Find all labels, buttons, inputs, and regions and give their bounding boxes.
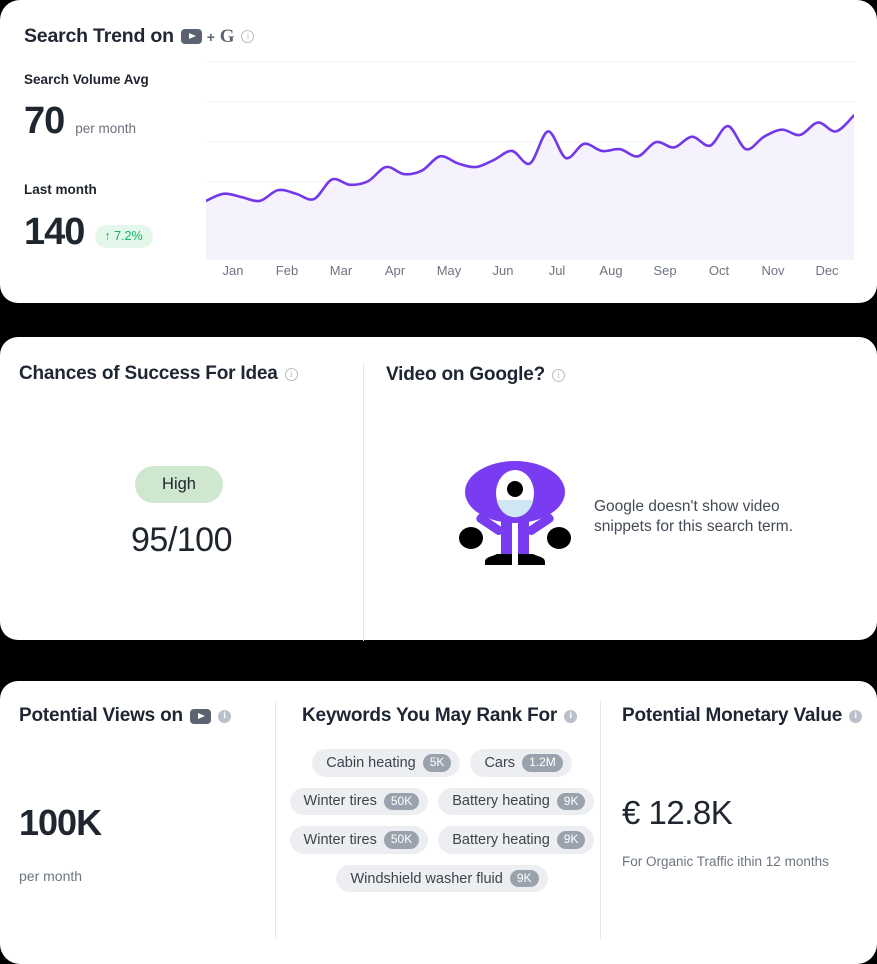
keyword-count-badge: 50K <box>383 831 420 849</box>
keyword-pill-list: Cabin heating 5K Cars 1.2M Winter tires 50K Ba… <box>289 749 595 903</box>
keyword-pill[interactable]: Cars 1.2M <box>470 749 572 777</box>
chances-video-card: Chances of Success For Idea i Video on G… <box>0 337 877 641</box>
potential-views-value: 100K <box>19 802 102 843</box>
potential-views-unit: per month <box>19 868 83 884</box>
potential-views-title: Potential Views on i <box>19 705 231 727</box>
keyword-pill[interactable]: Windshield washer fluid 9K <box>336 864 548 893</box>
trend-line-chart <box>206 61 854 260</box>
chart-x-tick: Nov <box>761 263 785 278</box>
keyword-pill[interactable]: Cabin heating 5K <box>312 749 461 777</box>
last-month-label: Last month <box>24 182 97 197</box>
google-g-icon: G <box>219 26 235 47</box>
keywords-title: Keywords You May Rank For i <box>302 705 578 727</box>
search-trend-chart: Jan Feb Mar Apr May Jun Jul Aug Sep Oct Nov Dec <box>206 60 854 290</box>
chart-x-tick: Aug <box>599 263 623 278</box>
keyword-row: Cabin heating 5K Cars 1.2M <box>292 749 592 777</box>
chart-x-tick: Oct <box>708 263 730 278</box>
keyword-term: Battery heating <box>452 793 550 810</box>
monetary-value-title: Potential Monetary Value i <box>622 705 863 727</box>
keyword-term: Cabin heating <box>326 754 416 771</box>
keyword-count-badge: 9K <box>556 792 586 811</box>
plus-sign-icon: + <box>206 28 215 45</box>
chances-of-success-title: Chances of Success For Idea i <box>19 363 298 385</box>
chart-x-axis: Jan Feb Mar Apr May Jun Jul Aug Sep Oct Nov Dec <box>206 263 854 278</box>
keyword-pill[interactable]: Battery heating 9K <box>438 826 595 854</box>
keywords-title-text: Keywords You May Rank For <box>302 705 558 726</box>
search-volume-unit: per month <box>75 121 137 136</box>
keyword-term: Winter tires <box>303 793 377 810</box>
keyword-pill[interactable]: Winter tires 50K <box>289 826 429 854</box>
keyword-term: Cars <box>484 754 516 771</box>
chart-x-tick: Feb <box>275 263 299 278</box>
youtube-icon <box>189 708 211 724</box>
video-title-text: Video on Google? <box>386 364 546 385</box>
search-trend-card: Search Trend on + G i Search Volume Avg … <box>0 0 877 303</box>
search-trend-stats: Search Volume Avg 70 per month Last mont… <box>24 72 153 252</box>
video-message: Google doesn't show video snippets for t… <box>594 498 793 536</box>
chart-x-tick: Jul <box>548 263 566 278</box>
chart-x-tick: Jun <box>492 263 514 278</box>
info-icon[interactable]: i <box>552 368 566 382</box>
keyword-count-badge: 9K <box>509 869 539 888</box>
monetary-value-subtitle: For Organic Traffic ithin 12 months <box>622 854 829 869</box>
info-icon[interactable]: i <box>564 709 578 723</box>
keyword-row: Winter tires 50K Battery heating 9K <box>289 787 595 816</box>
keyword-count-badge: 5K <box>422 754 452 772</box>
keyword-count-badge: 9K <box>556 831 586 849</box>
search-trend-title-text: Search Trend on <box>24 25 174 47</box>
chart-x-tick: Dec <box>815 263 839 278</box>
keyword-pill[interactable]: Winter tires 50K <box>289 787 429 816</box>
chart-x-tick: Apr <box>384 263 406 278</box>
chart-x-tick: Mar <box>329 263 353 278</box>
monetary-value-amount: € 12.8K <box>622 794 733 831</box>
bottom-metrics-card: Potential Views on i Keywords You May Ra… <box>0 681 877 964</box>
keyword-row: Winter tires 50K Battery heating 9K <box>289 826 595 854</box>
search-trend-title: Search Trend on + G i <box>24 25 255 48</box>
chances-status-badge: High <box>135 466 223 503</box>
vertical-divider <box>363 363 364 641</box>
last-month-value: 140 <box>24 211 85 253</box>
delta-badge: ↑ 7.2% <box>95 225 153 248</box>
keyword-term: Winter tires <box>303 831 377 848</box>
purple-cyclops-mascot <box>459 461 571 565</box>
chances-title-text: Chances of Success For Idea <box>19 363 278 384</box>
video-on-google-title: Video on Google? i <box>386 364 566 386</box>
chart-x-tick: Jan <box>222 263 244 278</box>
potential-views-title-text: Potential Views on <box>19 705 183 726</box>
monetary-title-text: Potential Monetary Value <box>622 705 843 726</box>
search-volume-label: Search Volume Avg <box>24 72 149 87</box>
keyword-count-badge: 50K <box>383 792 420 811</box>
info-icon[interactable]: i <box>284 367 298 381</box>
chart-area-fill <box>206 115 854 260</box>
vertical-divider <box>600 701 601 939</box>
keyword-count-badge: 1.2M <box>522 754 563 772</box>
info-icon[interactable]: i <box>241 30 255 43</box>
keyword-term: Battery heating <box>452 831 550 848</box>
info-icon[interactable]: i <box>849 709 863 723</box>
search-volume-value: 70 <box>24 100 65 142</box>
youtube-icon <box>180 29 202 44</box>
keyword-row: Windshield washer fluid 9K <box>292 864 592 893</box>
dashboard-page: Search Trend on + G i Search Volume Avg … <box>0 0 877 964</box>
keyword-term: Windshield washer fluid <box>350 870 503 887</box>
chances-score: 95/100 <box>131 521 233 559</box>
chart-x-tick: Sep <box>653 263 677 278</box>
chart-x-tick: May <box>436 263 462 278</box>
keyword-pill[interactable]: Battery heating 9K <box>438 787 595 816</box>
info-icon[interactable]: i <box>217 709 231 723</box>
vertical-divider <box>275 701 276 939</box>
